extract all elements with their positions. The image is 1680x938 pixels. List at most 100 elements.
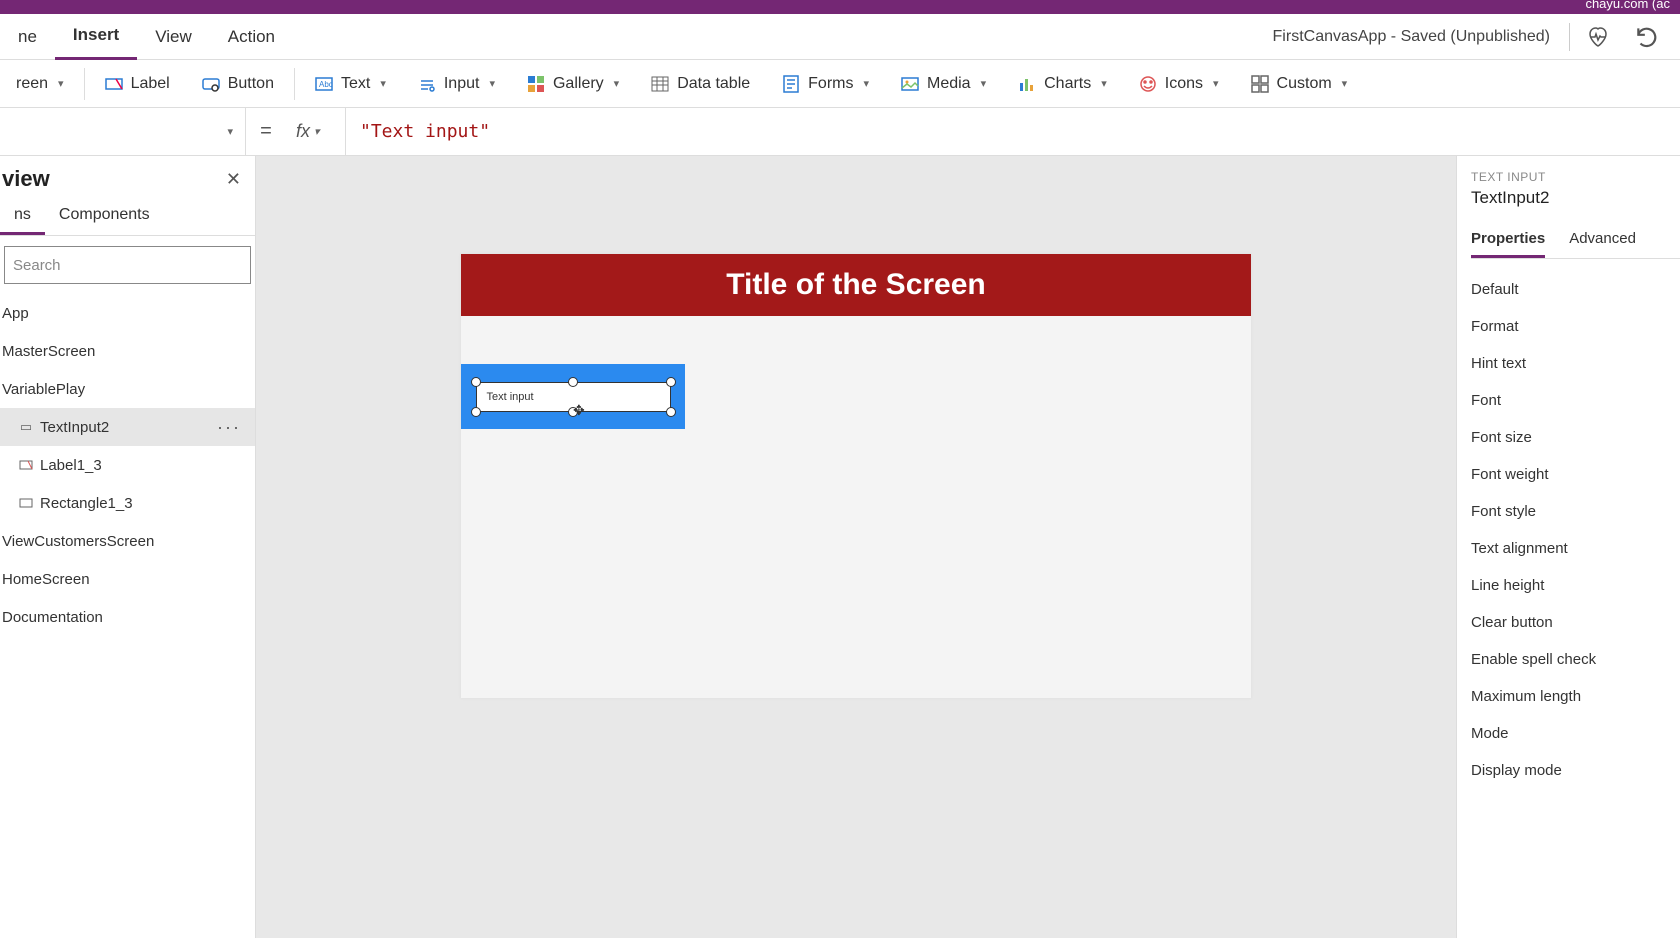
chevron-down-icon: ▾ [1342, 77, 1348, 90]
custom-icon [1251, 75, 1269, 93]
property-dropdown[interactable]: ▾ [0, 108, 246, 156]
canvas-area[interactable]: Title of the Screen Text input ✥ [256, 156, 1456, 938]
tree-item-viewcustomers[interactable]: ViewCustomersScreen [0, 522, 255, 560]
screen-title-bar[interactable]: Title of the Screen [461, 254, 1251, 316]
app-titlebar: chayu.com (ac [0, 0, 1680, 14]
close-icon[interactable]: ✕ [226, 169, 241, 190]
forms-icon [782, 75, 800, 93]
prop-maximum-length[interactable]: Maximum length [1471, 678, 1680, 715]
menu-insert[interactable]: Insert [55, 14, 137, 60]
tree-item-label1-3[interactable]: Label1_3 [0, 446, 255, 484]
ribbon-input[interactable]: Input ▾ [402, 60, 511, 108]
ribbon-screen[interactable]: reen▾ [0, 60, 80, 108]
resize-handle[interactable] [471, 407, 481, 417]
ribbon-label-text: Input [444, 75, 480, 93]
prop-display-mode[interactable]: Display mode [1471, 752, 1680, 789]
search-input[interactable]: Search [4, 246, 251, 284]
prop-font[interactable]: Font [1471, 382, 1680, 419]
rect-ctrl-icon [18, 495, 34, 511]
separator [84, 68, 85, 100]
tree-item-documentation[interactable]: Documentation [0, 598, 255, 636]
resize-handle[interactable] [666, 377, 676, 387]
tree-view-panel: view ✕ ns Components Search App MasterSc… [0, 156, 256, 938]
more-icon[interactable]: ··· [217, 417, 241, 438]
label-icon [105, 75, 123, 93]
ribbon-label-text: Forms [808, 75, 853, 93]
ribbon-custom[interactable]: Custom ▾ [1235, 60, 1364, 108]
ribbon-charts[interactable]: Charts▾ [1002, 60, 1123, 108]
ribbon-text[interactable]: Abc Text▾ [299, 60, 402, 108]
ribbon-icons[interactable]: Icons▾ [1123, 60, 1235, 108]
tab-screens[interactable]: ns [0, 198, 45, 235]
media-icon [901, 75, 919, 93]
properties-list: Default Format Hint text Font Font size … [1471, 271, 1680, 789]
textinput-ctrl-icon: ▭ [18, 419, 34, 435]
tree-item-textinput2[interactable]: ▭ TextInput2 ··· [0, 408, 255, 446]
ribbon-button-control[interactable]: Button [186, 60, 290, 108]
charts-icon [1018, 75, 1036, 93]
resize-handle[interactable] [471, 377, 481, 387]
screen-title-text: Title of the Screen [726, 268, 986, 302]
chevron-down-icon: ▾ [981, 77, 987, 90]
fx-button[interactable]: fx▾ [286, 108, 346, 156]
chevron-down-icon: ▾ [314, 125, 320, 138]
prop-format[interactable]: Format [1471, 308, 1680, 345]
icons-icon [1139, 75, 1157, 93]
resize-handle[interactable] [666, 407, 676, 417]
prop-line-height[interactable]: Line height [1471, 567, 1680, 604]
menu-action[interactable]: Action [210, 14, 293, 60]
tree-item-variableplay[interactable]: VariablePlay [0, 370, 255, 408]
ribbon-label-control[interactable]: Label [89, 60, 186, 108]
formula-input[interactable]: "Text input" [346, 121, 490, 142]
prop-mode[interactable]: Mode [1471, 715, 1680, 752]
prop-hint-text[interactable]: Hint text [1471, 345, 1680, 382]
text-input-field[interactable]: Text input ✥ [476, 382, 671, 412]
ribbon-label-text: Custom [1277, 75, 1332, 93]
ribbon-media[interactable]: Media ▾ [885, 60, 1002, 108]
tree-items: App MasterScreen VariablePlay ▭ TextInpu… [0, 294, 255, 938]
ribbon-label-text: Icons [1165, 75, 1203, 93]
control-name-label[interactable]: TextInput2 [1471, 188, 1680, 208]
ribbon-label-text: Data table [677, 75, 750, 93]
ribbon-gallery[interactable]: Gallery▾ [511, 60, 635, 108]
tree-item-rectangle1-3[interactable]: Rectangle1_3 [0, 484, 255, 522]
ribbon-label-text: Label [131, 75, 170, 93]
formula-bar: ▾ = fx▾ "Text input" [0, 108, 1680, 156]
search-placeholder: Search [13, 257, 61, 274]
datatable-icon [651, 75, 669, 93]
ribbon-label-text: Text [341, 75, 370, 93]
app-status-label: FirstCanvasApp - Saved (Unpublished) [1273, 28, 1550, 46]
prop-font-weight[interactable]: Font weight [1471, 456, 1680, 493]
chevron-down-icon: ▾ [489, 77, 495, 90]
tab-components[interactable]: Components [45, 198, 164, 235]
tree-item-app[interactable]: App [0, 294, 255, 332]
chevron-down-icon: ▾ [614, 77, 620, 90]
design-canvas[interactable]: Title of the Screen Text input ✥ [461, 254, 1251, 698]
ribbon-toolbar: reen▾ Label Button Abc Text▾ Input ▾ Gall… [0, 60, 1680, 108]
ribbon-forms[interactable]: Forms▾ [766, 60, 885, 108]
label-ctrl-icon [18, 457, 34, 473]
ribbon-datatable[interactable]: Data table [635, 60, 766, 108]
tab-properties[interactable]: Properties [1471, 222, 1545, 258]
prop-font-size[interactable]: Font size [1471, 419, 1680, 456]
menu-home[interactable]: ne [0, 14, 55, 60]
tree-item-masterscreen[interactable]: MasterScreen [0, 332, 255, 370]
prop-default[interactable]: Default [1471, 271, 1680, 308]
chevron-down-icon: ▾ [1101, 77, 1107, 90]
prop-text-alignment[interactable]: Text alignment [1471, 530, 1680, 567]
tab-advanced[interactable]: Advanced [1569, 222, 1636, 258]
chevron-down-icon: ▾ [227, 125, 233, 138]
prop-enable-spell-check[interactable]: Enable spell check [1471, 641, 1680, 678]
prop-font-style[interactable]: Font style [1471, 493, 1680, 530]
undo-icon[interactable] [1634, 24, 1660, 50]
ribbon-label-text: Media [927, 75, 971, 93]
tree-title: view [2, 166, 50, 192]
input-icon [418, 75, 436, 93]
app-checker-icon[interactable] [1586, 25, 1610, 49]
tree-item-homescreen[interactable]: HomeScreen [0, 560, 255, 598]
prop-clear-button[interactable]: Clear button [1471, 604, 1680, 641]
divider [1569, 23, 1570, 51]
resize-handle[interactable] [568, 377, 578, 387]
selected-textinput-control[interactable]: Text input ✥ [461, 364, 685, 429]
menu-view[interactable]: View [137, 14, 210, 60]
